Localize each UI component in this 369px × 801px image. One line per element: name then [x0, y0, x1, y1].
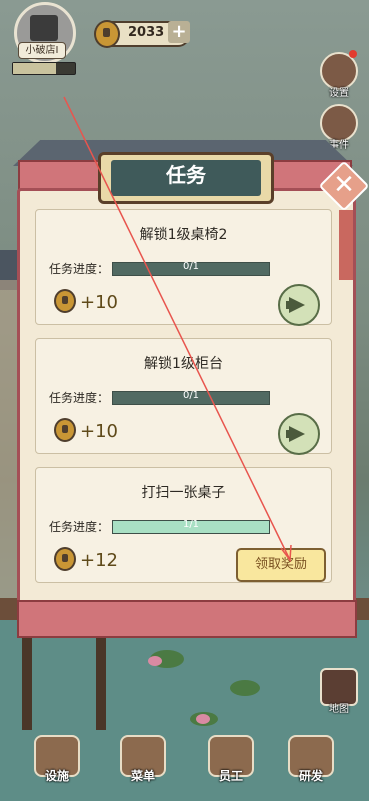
tap-trace-line [63, 96, 292, 563]
